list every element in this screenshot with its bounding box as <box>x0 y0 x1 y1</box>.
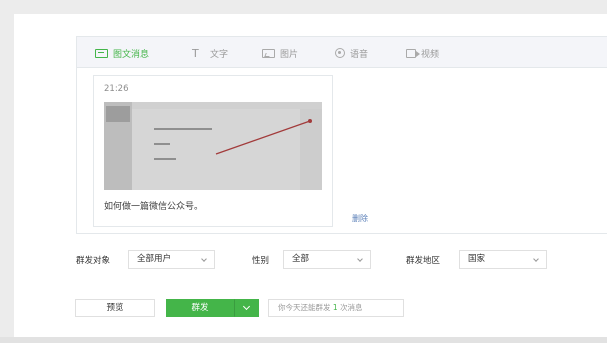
tab-news[interactable]: 图文消息 <box>95 46 149 60</box>
card-title: 如何做一篇微信公众号。 <box>104 202 204 212</box>
target-value: 全部用户 <box>137 254 172 264</box>
send-button[interactable]: 群发 <box>166 299 234 317</box>
delete-link[interactable]: 删除 <box>352 213 368 224</box>
text-icon: T <box>192 46 199 60</box>
card-time: 21:26 <box>104 84 129 94</box>
chevron-down-icon <box>201 256 207 262</box>
message-type-tabs: 图文消息 T 文字 图片 语音 视频 <box>77 37 607 68</box>
quota-prefix: 你今天还能群发 <box>278 303 331 312</box>
cover-arrow <box>215 119 312 155</box>
preview-button[interactable]: 预览 <box>75 299 155 317</box>
page-bottom-edge <box>0 337 607 343</box>
target-label: 群发对象 <box>76 256 111 266</box>
voice-icon <box>335 48 345 58</box>
gender-label: 性别 <box>252 256 270 266</box>
tab-label: 语音 <box>350 49 369 60</box>
video-icon <box>406 48 420 58</box>
message-editor: 图文消息 T 文字 图片 语音 视频 21:26 如何做一篇微信公众号。 删除 <box>76 36 607 234</box>
quota-count: 1 <box>332 303 338 312</box>
send-quota-notice: 你今天还能群发 1 次消息 <box>268 299 404 317</box>
region-value: 国家 <box>468 254 486 264</box>
tab-image[interactable]: 图片 <box>262 46 298 60</box>
tab-voice[interactable]: 语音 <box>335 46 368 60</box>
article-cover-image <box>104 102 322 190</box>
chevron-down-icon <box>533 256 539 262</box>
news-icon <box>95 48 108 58</box>
chevron-down-icon <box>242 302 251 311</box>
tab-label: 图片 <box>280 49 299 60</box>
image-icon <box>262 48 275 58</box>
tab-label: 图文消息 <box>113 49 150 60</box>
tab-label: 文字 <box>210 49 229 60</box>
send-options-button[interactable] <box>234 299 259 317</box>
gender-value: 全部 <box>292 254 310 264</box>
tab-video[interactable]: 视频 <box>406 46 439 60</box>
tab-text[interactable]: T 文字 <box>192 46 228 60</box>
article-card[interactable]: 21:26 如何做一篇微信公众号。 <box>93 75 333 227</box>
tab-label: 视频 <box>421 49 440 60</box>
gender-select[interactable]: 全部 <box>283 250 371 269</box>
target-select[interactable]: 全部用户 <box>128 250 215 269</box>
chevron-down-icon <box>357 256 363 262</box>
quota-suffix: 次消息 <box>340 303 363 312</box>
region-label: 群发地区 <box>406 256 441 266</box>
region-select[interactable]: 国家 <box>459 250 547 269</box>
